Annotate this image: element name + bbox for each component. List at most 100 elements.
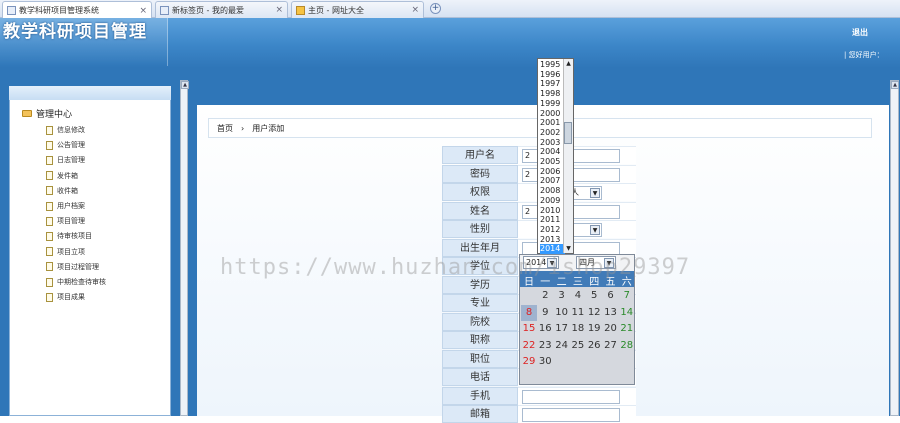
calendar-day[interactable]: 8 [521, 304, 537, 321]
calendar-day[interactable]: 18 [570, 321, 586, 337]
document-icon [46, 186, 53, 196]
year-option[interactable]: 1999 [540, 99, 565, 109]
field-label: 院校 [442, 312, 518, 331]
field-label: 电话 [442, 368, 518, 386]
folder-icon [22, 110, 32, 117]
year-option[interactable]: 1997 [540, 79, 565, 89]
sidebar-item[interactable]: 项目立项 [46, 247, 85, 257]
year-option[interactable]: 2011 [540, 215, 565, 225]
calendar-day[interactable]: 6 [603, 288, 619, 304]
calendar-day[interactable]: 23 [537, 338, 553, 354]
calendar-day[interactable]: 12 [586, 305, 602, 321]
scrollbar-thumb[interactable] [564, 122, 572, 144]
breadcrumb-home[interactable]: 首页 [217, 123, 233, 134]
year-option[interactable]: 2012 [540, 225, 565, 235]
tab-label: 教学科研项目管理系统 [19, 6, 99, 15]
sidebar-item[interactable]: 项目过程管理 [46, 262, 99, 272]
tab-home[interactable]: 主页 - 网址大全 × [291, 1, 424, 18]
sidebar-scrollbar[interactable]: ▲ [180, 80, 189, 416]
field-value-cell: 人 ▼ [518, 183, 636, 201]
calendar-day[interactable]: 2 [537, 288, 553, 304]
year-option[interactable]: 2003 [540, 138, 565, 148]
scroll-up-icon[interactable]: ▲ [181, 81, 189, 89]
calendar-day[interactable]: 20 [603, 321, 619, 337]
calendar-day[interactable]: 17 [554, 321, 570, 337]
calendar-day[interactable]: 26 [586, 338, 602, 354]
calendar-day[interactable]: 13 [603, 305, 619, 321]
calendar-day[interactable]: 27 [603, 338, 619, 354]
year-option[interactable]: 2004 [540, 147, 565, 157]
logout-link[interactable]: 退出 [852, 27, 868, 38]
sidebar-item[interactable]: 项目成果 [46, 292, 85, 302]
year-option[interactable]: 2013 [540, 235, 565, 245]
year-list-scrollbar[interactable]: ▲ ▼ [563, 59, 573, 253]
calendar-day[interactable]: 22 [521, 338, 537, 354]
calendar-day[interactable]: 25 [570, 338, 586, 354]
scroll-up-icon[interactable]: ▲ [564, 59, 573, 68]
year-option[interactable]: 2002 [540, 128, 565, 138]
year-option[interactable]: 2007 [540, 176, 565, 186]
calendar-day[interactable]: 4 [570, 288, 586, 304]
calendar-day[interactable]: 9 [537, 305, 553, 321]
field-label: 权限 [442, 183, 518, 201]
sidebar-item[interactable]: 日志管理 [46, 155, 85, 165]
year-option[interactable]: 1998 [540, 89, 565, 99]
year-option[interactable]: 2014 [540, 244, 565, 255]
year-option[interactable]: 2005 [540, 157, 565, 167]
field-value-cell: ▼ [518, 220, 636, 238]
calendar-day[interactable]: 7 [619, 288, 635, 304]
document-icon [46, 231, 53, 241]
close-icon[interactable]: × [411, 5, 419, 15]
calendar-day[interactable]: 10 [554, 305, 570, 321]
scroll-up-icon[interactable]: ▲ [891, 81, 899, 89]
field-label: 姓名 [442, 201, 518, 220]
field-label: 出生年月 [442, 238, 518, 257]
calendar-day[interactable]: 16 [537, 321, 553, 337]
sidebar-item[interactable]: 待审核项目 [46, 231, 92, 241]
breadcrumb-current: 用户添加 [252, 123, 285, 133]
calendar-day[interactable]: 5 [586, 288, 602, 304]
year-option[interactable]: 2009 [540, 196, 565, 206]
tab-new-page[interactable]: 新标签页 - 我的最爱 × [155, 1, 288, 18]
calendar-day[interactable]: 29 [521, 354, 537, 370]
sidebar-item[interactable]: 中期检查待审核 [46, 277, 106, 287]
year-option[interactable]: 1996 [540, 70, 565, 80]
calendar-day[interactable]: 30 [537, 354, 553, 370]
calendar-day [603, 354, 619, 370]
field-input[interactable] [522, 408, 620, 422]
calendar-day[interactable]: 19 [586, 321, 602, 337]
sidebar-item[interactable]: 项目管理 [46, 216, 85, 226]
year-option[interactable]: 1995 [540, 60, 565, 70]
sidebar-item[interactable]: 信息修改 [46, 125, 85, 135]
sidebar-item[interactable]: 用户档案 [46, 201, 85, 211]
document-icon [46, 201, 53, 211]
calendar-day[interactable]: 24 [554, 338, 570, 354]
sidebar-item[interactable]: 发件箱 [46, 171, 78, 181]
calendar-day[interactable]: 21 [619, 321, 635, 337]
year-option[interactable]: 2010 [540, 206, 565, 216]
year-option[interactable]: 2001 [540, 118, 565, 128]
field-label: 专业 [442, 294, 518, 312]
field-input[interactable] [522, 389, 620, 404]
calendar-day[interactable]: 14 [619, 305, 635, 321]
new-tab-icon[interactable]: + [430, 3, 441, 14]
sidebar-tree-root[interactable]: 管理中心 [22, 107, 72, 120]
calendar-day[interactable]: 11 [570, 305, 586, 321]
sidebar-item[interactable]: 收件箱 [46, 186, 78, 196]
year-option[interactable]: 2006 [540, 167, 565, 177]
calendar-day[interactable]: 28 [619, 338, 635, 354]
page-scrollbar[interactable]: ▲ [890, 80, 899, 416]
year-option[interactable]: 2008 [540, 186, 565, 196]
calendar-day [554, 354, 570, 370]
year-option[interactable]: 2000 [540, 109, 565, 119]
scroll-down-icon[interactable]: ▼ [564, 244, 573, 253]
close-icon[interactable]: × [275, 5, 283, 15]
document-icon [46, 155, 53, 165]
sidebar-title: 管理中心 [36, 110, 73, 120]
calendar-day[interactable]: 3 [554, 288, 570, 304]
document-icon [46, 277, 53, 287]
sidebar-item[interactable]: 公告管理 [46, 140, 85, 150]
calendar-day[interactable]: 15 [521, 321, 537, 337]
calendar-day [521, 288, 537, 304]
close-icon[interactable]: × [139, 6, 147, 16]
